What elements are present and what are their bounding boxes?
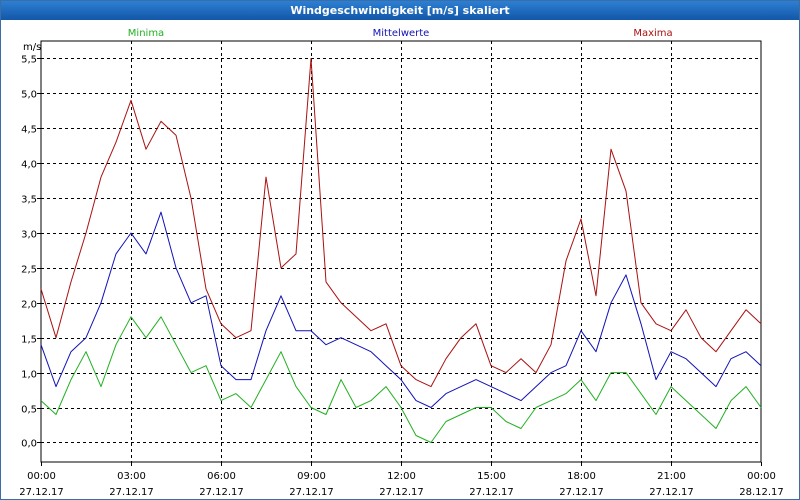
y-tick-label: 0,0 [21, 439, 37, 450]
x-tick-date-label: 27.12.17 [199, 487, 244, 498]
legend-item-maxima: Maxima [633, 28, 672, 39]
chart-window: Windgeschwindigkeit [m/s] skaliert m/s 0… [0, 0, 800, 500]
x-tick-time-label: 12:00 [387, 471, 416, 482]
y-axis: m/s 0,0 0,5 1,0 1,5 2,0 2,5 3,0 3,5 4,0 4,5 5,0 5,5 [21, 42, 41, 450]
legend-item-mittelwerte: Mittelwerte [373, 28, 430, 39]
legend-item-minima: Minima [128, 28, 164, 39]
y-tick-label: 2,0 [21, 300, 37, 311]
x-tick-date-label: 27.12.17 [649, 487, 694, 498]
y-tick-label: 3,0 [21, 230, 37, 241]
x-tick-date-label: 27.12.17 [19, 487, 64, 498]
y-tick-label: 5,0 [21, 90, 37, 101]
x-tick-time-label: 00:00 [747, 471, 776, 482]
y-tick-label: 1,0 [21, 370, 37, 381]
x-tick-time-label: 18:00 [567, 471, 596, 482]
x-tick-date-label: 27.12.17 [109, 487, 154, 498]
chart-title: Windgeschwindigkeit [m/s] skaliert [1, 1, 799, 20]
x-axis: 00:00 27.12.17 03:00 27.12.17 06:00 27.12.17 0… [19, 462, 784, 498]
x-tick-date-label: 27.12.17 [379, 487, 424, 498]
x-tick-date-label: 28.12.17 [739, 487, 784, 498]
wind-speed-chart: m/s 0,0 0,5 1,0 1,5 2,0 2,5 3,0 3,5 4,0 4,5 5,0 5,5… [19, 28, 784, 498]
x-tick-time-label: 06:00 [207, 471, 236, 482]
y-tick-label: 3,5 [21, 195, 37, 206]
legend: Minima Mittelwerte Maxima [128, 28, 673, 39]
y-axis-unit: m/s [23, 42, 41, 53]
y-tick-label: 4,0 [21, 160, 37, 171]
y-tick-label: 4,5 [21, 125, 37, 136]
x-tick-time-label: 15:00 [477, 471, 506, 482]
x-tick-time-label: 09:00 [297, 471, 326, 482]
x-tick-date-label: 27.12.17 [289, 487, 334, 498]
y-tick-label: 0,5 [21, 405, 37, 416]
x-tick-date-label: 27.12.17 [469, 487, 514, 498]
y-tick-label: 2,5 [21, 265, 37, 276]
x-tick-time-label: 03:00 [117, 471, 146, 482]
y-tick-label: 5,5 [21, 55, 37, 66]
y-tick-label: 1,5 [21, 335, 37, 346]
x-tick-date-label: 27.12.17 [559, 487, 604, 498]
x-tick-time-label: 21:00 [657, 471, 686, 482]
x-tick-time-label: 00:00 [27, 471, 56, 482]
